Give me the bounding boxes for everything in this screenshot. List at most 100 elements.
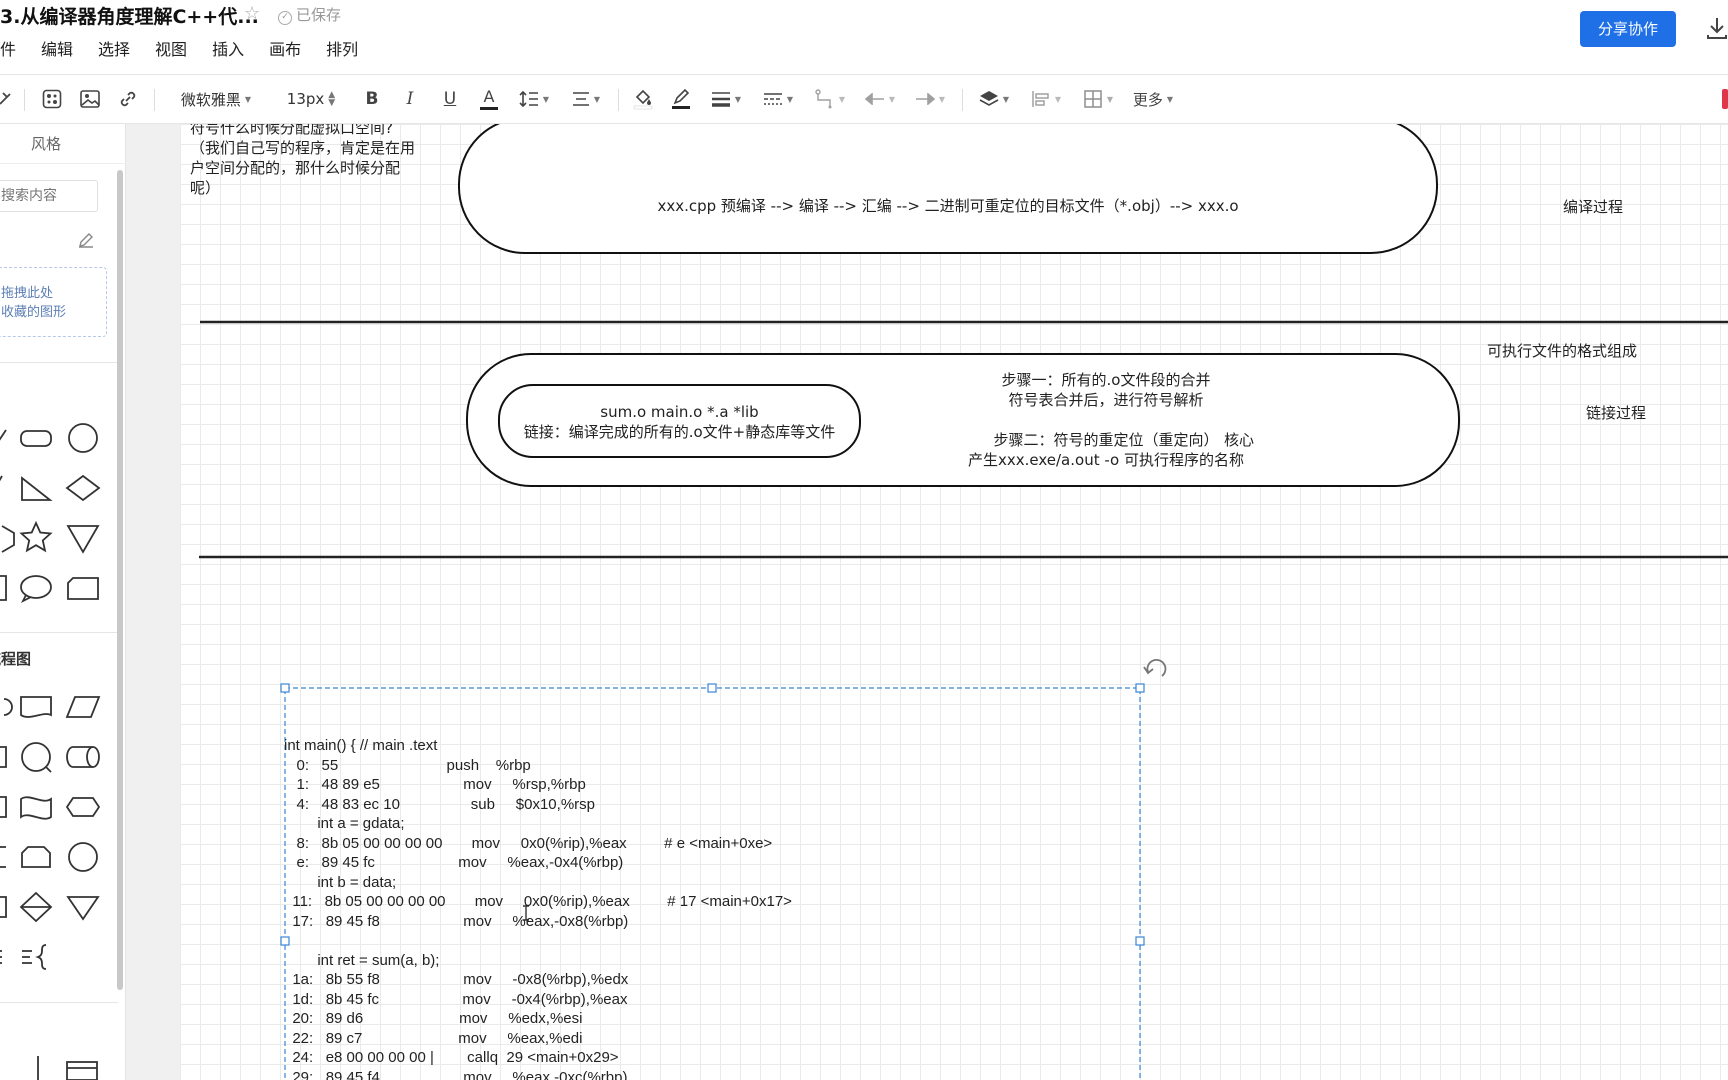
triangle-shape-icon[interactable] [0,470,20,506]
menu-arrange[interactable]: 排列 [326,36,358,60]
flow-card-icon[interactable] [0,889,20,925]
flow-tape-icon[interactable] [18,789,54,825]
flowchart-section-label: 流程图 [0,650,32,668]
saved-status: ✓ 已保存 [278,4,341,25]
connector-icon[interactable]: ▼ [812,86,848,112]
circle-shape-icon[interactable] [65,420,101,456]
italic-icon[interactable]: I [400,86,420,112]
title-bar: 3.从编译器角度理解C++代... ☆ ✓ 已保存 文件 编辑 选择 视图 插入 … [0,0,1728,74]
flow-connector-icon[interactable] [18,739,54,775]
image-icon[interactable] [78,86,102,112]
more-button[interactable]: 更多 ▼ [1130,86,1176,112]
resize-handle-nw[interactable] [280,683,290,693]
line-height-icon[interactable]: ▼ [516,86,552,112]
menu-select[interactable]: 选择 [98,36,130,60]
core-label[interactable]: 核心 [1224,430,1254,450]
link-steps-text[interactable]: 步骤一：所有的.o文件段的合并 符号表合并后，进行符号解析 步骤二：符号的重定位… [906,370,1306,470]
check-circle-icon: ✓ [278,11,292,25]
menu-edit[interactable]: 编辑 [41,36,73,60]
flow-bracket-icon[interactable] [0,839,20,875]
style-tab-label: 风格 [30,135,61,153]
layer-icon[interactable]: ▼ [976,86,1012,112]
menu-bar: 文件 编辑 选择 视图 插入 画布 排列 [0,36,383,60]
card-shape-icon[interactable] [65,570,101,606]
favorites-drop-zone[interactable]: 拖拽此处 收藏的图形 [0,267,107,337]
flow-data-icon[interactable] [65,689,101,725]
font-family-value: 微软雅黑 [180,90,241,109]
panel-toggle-marker[interactable] [1722,89,1728,109]
font-size-select[interactable]: 13px ▲ ▼ [280,86,342,112]
link-icon[interactable] [116,86,140,112]
line-style-icon[interactable]: ▼ [760,86,796,112]
line-shape-icon[interactable] [0,420,20,456]
saved-label: 已保存 [296,6,342,24]
font-size-value: 13px [286,90,325,108]
line-vertical-icon[interactable] [20,1044,56,1080]
flow-display-icon[interactable] [65,789,101,825]
style-tab[interactable]: 风格 [0,124,126,164]
drop-zone-text-2: 收藏的图形 [1,305,67,320]
flow-process-icon[interactable] [0,739,20,775]
flow-brace-annotation-icon[interactable] [18,939,54,975]
resize-handle-n[interactable] [707,683,717,693]
edit-icon[interactable] [78,232,94,248]
shape-search-input[interactable] [0,180,98,212]
document-title[interactable]: 3.从编译器角度理解C++代... [0,2,259,29]
resize-handle-e[interactable] [1135,936,1145,946]
flow-circle-icon[interactable] [65,839,101,875]
link-process-label[interactable]: 链接过程 [1586,403,1646,423]
star-icon[interactable]: ☆ [244,3,260,24]
diamond-shape-icon[interactable] [65,470,101,506]
menu-file[interactable]: 文件 [0,36,16,60]
document-shape-icon[interactable] [0,570,20,606]
arrow-start-icon[interactable]: ▼ [862,86,898,112]
flow-decision-icon[interactable] [18,889,54,925]
flow-storage-icon[interactable] [65,739,101,775]
app-window: 3.从编译器角度理解C++代... ☆ ✓ 已保存 文件 编辑 选择 视图 插入 … [0,0,1728,1080]
hexagon-shape-icon[interactable] [0,520,20,556]
table-shape-icon[interactable] [64,1044,100,1080]
arrow-end-icon[interactable]: ▼ [912,86,948,112]
flow-predefined-icon[interactable] [0,789,20,825]
rounded-rect-shape-icon[interactable] [18,420,54,456]
group-icon[interactable]: ▼ [1080,86,1116,112]
bold-icon[interactable]: B [362,86,382,112]
speech-bubble-shape-icon[interactable] [18,570,54,606]
right-triangle-shape-icon[interactable] [18,470,54,506]
align-icon[interactable]: ▼ [568,86,604,112]
flow-merge-icon[interactable] [65,889,101,925]
fill-pattern-icon[interactable] [40,86,64,112]
flow-document-icon[interactable] [18,689,54,725]
fill-color-icon[interactable] [632,86,654,112]
download-icon[interactable] [1706,16,1728,40]
link-inputs-text[interactable]: sum.o main.o *.a *lib 链接：编译完成的所有的.o文件+静态… [499,402,860,442]
drawing-canvas[interactable]: 符号什么时候分配虚拟口空间? （我们自己写的程序，肯定是在用 户空间分配的，那什… [126,124,1728,1080]
distribute-icon[interactable]: ▼ [1028,86,1064,112]
compile-process-label[interactable]: 编译过程 [1563,197,1623,217]
flow-terminator-icon[interactable] [0,689,20,725]
menu-insert[interactable]: 插入 [212,36,244,60]
menu-canvas[interactable]: 画布 [269,36,301,60]
exe-format-label[interactable]: 可执行文件的格式组成 [1487,341,1637,361]
format-painter-icon[interactable] [0,86,16,112]
assembly-code-text[interactable]: int main() { // main .text 0: 55 push %r… [284,736,792,1080]
menu-view[interactable]: 视图 [155,36,187,60]
font-family-select[interactable]: 微软雅黑 ▼ [172,86,260,112]
rotate-handle-icon[interactable] [1143,659,1167,677]
drop-zone-text-1: 拖拽此处 [1,286,54,301]
panel-scrollbar[interactable] [117,170,123,990]
star-shape-icon[interactable] [18,520,54,556]
inverted-triangle-shape-icon[interactable] [65,520,101,556]
flow-annotation-icon[interactable] [0,939,20,975]
compile-flow-shape[interactable] [458,124,1438,254]
share-button[interactable]: 分享协作 [1580,11,1676,47]
font-color-icon[interactable]: A [478,86,500,112]
compile-flow-text[interactable]: xxx.cpp 预编译 --> 编译 --> 汇编 --> 二进制可重定位的目标… [459,196,1437,216]
line-width-icon[interactable]: ▼ [708,86,744,112]
more-label: 更多 [1132,90,1163,109]
resize-handle-ne[interactable] [1135,683,1145,693]
underline-icon[interactable]: U [440,86,460,112]
flow-delay-icon[interactable] [18,839,54,875]
line-color-icon[interactable] [670,86,692,112]
flowchart-section-header[interactable]: 流程图 [0,648,45,669]
